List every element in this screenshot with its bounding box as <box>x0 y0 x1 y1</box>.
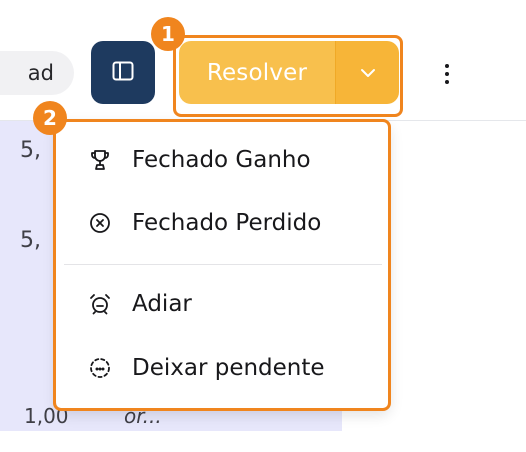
kebab-dot <box>445 72 449 76</box>
kebab-dot <box>445 80 449 84</box>
background-value-fragment: 5, <box>20 138 41 163</box>
screen: 5, 5, 1,00 or... ad Resolver Fechado Gan… <box>0 0 526 452</box>
toggle-sidebar-button[interactable] <box>91 41 155 104</box>
partial-pill-label: ad <box>27 61 54 85</box>
annotation-badge: 2 <box>33 101 67 135</box>
background-value-fragment: 5, <box>20 228 41 253</box>
annotation-box-resolve-menu <box>53 119 391 411</box>
partial-pill-button[interactable]: ad <box>0 51 74 95</box>
annotation-badge: 1 <box>151 17 185 51</box>
kebab-dot <box>445 64 449 68</box>
sidebar-icon <box>112 61 134 85</box>
more-options-button[interactable] <box>435 58 459 90</box>
annotation-box-resolve-button <box>173 35 403 117</box>
